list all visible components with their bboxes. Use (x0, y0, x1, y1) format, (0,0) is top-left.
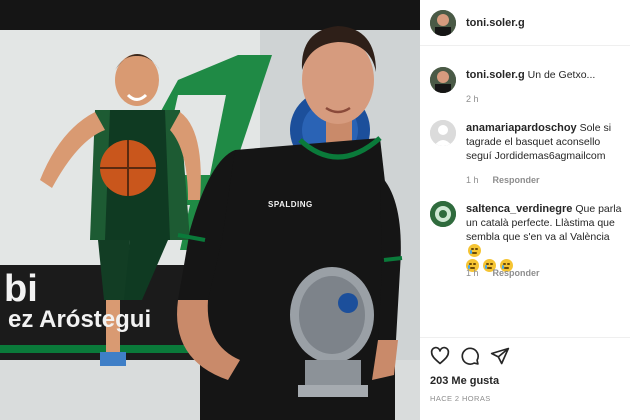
reply-button[interactable]: Responder (493, 175, 540, 185)
comment-meta: 1 h Responder (466, 268, 540, 278)
photo-shirt-brand: SPALDING (268, 200, 313, 209)
share-icon[interactable] (490, 346, 510, 366)
heart-icon[interactable] (430, 346, 450, 366)
post-age[interactable]: HACE 2 HORAS (430, 394, 491, 403)
author-username[interactable]: toni.soler.g (466, 17, 525, 29)
comment-icon[interactable] (460, 346, 480, 366)
post-caption: toni.soler.g Un de Getxo... (466, 68, 624, 82)
photo-illustration (0, 0, 420, 420)
post-photo[interactable]: bi ez Aróstegui SPALDING (0, 0, 420, 420)
crying-face-icon (468, 244, 481, 257)
author-avatar[interactable] (430, 10, 456, 36)
post-actions: 203 Me gusta HACE 2 HORAS (420, 337, 630, 420)
comment-item: anamariapardoschoy Sole si tagrade el ba… (466, 121, 624, 163)
like-count[interactable]: 203 Me gusta (430, 375, 499, 387)
caption-text: Un de Getxo... (527, 69, 596, 81)
comment-item: saltenca_verdinegre Que parla un català … (466, 202, 628, 274)
comment-username[interactable]: saltenca_verdinegre (466, 203, 572, 215)
caption-avatar[interactable] (430, 67, 456, 93)
comment-avatar[interactable] (430, 120, 456, 146)
photo-banner-text-2: ez Aróstegui (8, 306, 152, 333)
comment-time: 1 h (466, 268, 479, 278)
photo-banner-text-1: bi (4, 268, 38, 310)
post-header: toni.soler.g (420, 0, 630, 46)
caption-username[interactable]: toni.soler.g (466, 69, 525, 81)
reply-button[interactable]: Responder (493, 268, 540, 278)
caption-time: 2 h (466, 94, 479, 104)
comment-time: 1 h (466, 175, 479, 185)
comment-avatar[interactable] (430, 201, 456, 227)
comment-meta: 1 h Responder (466, 175, 540, 185)
post-details-panel: toni.soler.g toni.soler.g Un de Getxo...… (420, 0, 630, 420)
comment-username[interactable]: anamariapardoschoy (466, 122, 577, 134)
instagram-post-view: bi ez Aróstegui SPALDING toni.soler.g to… (0, 0, 630, 420)
